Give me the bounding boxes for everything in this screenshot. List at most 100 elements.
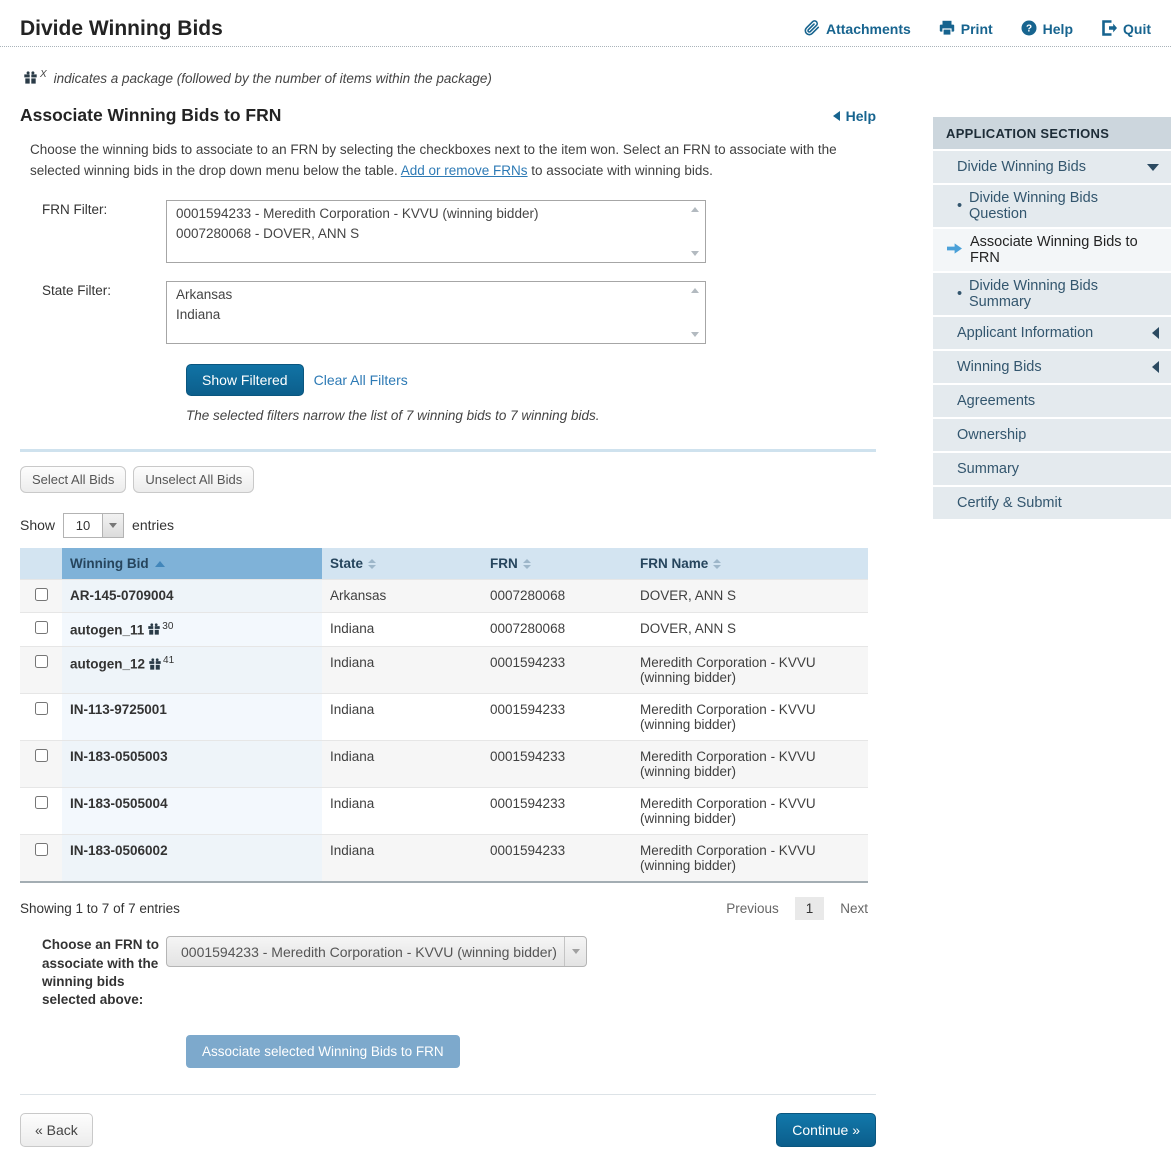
application-sections-sidebar: APPLICATION SECTIONS Divide Winning Bids…: [933, 117, 1171, 519]
chevron-down-icon: [564, 937, 586, 967]
package-gift-icon: [148, 623, 161, 638]
frn-name-cell: Meredith Corporation - KVVU (winning bid…: [632, 740, 868, 788]
winning-bid-cell: AR-145-0709004: [62, 578, 322, 613]
frn-select-dropdown[interactable]: 0001594233 - Meredith Corporation - KVVU…: [166, 936, 587, 968]
frn-name-cell: Meredith Corporation - KVVU (winning bid…: [632, 693, 868, 741]
state-cell: Indiana: [322, 787, 460, 835]
package-item-count: 30: [162, 620, 174, 632]
frn-filter-option[interactable]: 0007280068 - DOVER, ANN S: [176, 224, 679, 244]
bid-checkbox[interactable]: [34, 796, 48, 810]
frn-cell: 0001594233: [460, 693, 632, 741]
sidebar-item-associate-winning-bids-to-frn[interactable]: Associate Winning Bids to FRN: [933, 229, 1171, 271]
section-intro: Choose the winning bids to associate to …: [30, 142, 837, 178]
scroll-up-icon[interactable]: [691, 206, 699, 212]
table-row: AR-145-0709004 Arkansas 0007280068 DOVER…: [20, 578, 868, 613]
sidebar-item-divide-winning-bids[interactable]: Divide Winning Bids: [933, 151, 1171, 183]
table-row: IN-113-9725001 Indiana 0001594233 Meredi…: [20, 693, 868, 741]
frn-cell: 0001594233: [460, 646, 632, 694]
sidebar-item-certify-submit[interactable]: Certify & Submit: [933, 487, 1171, 519]
winning-bid-cell: IN-183-0505003: [62, 740, 322, 788]
scroll-down-icon[interactable]: [691, 331, 699, 337]
sidebar-item-winning-bids[interactable]: Winning Bids: [933, 351, 1171, 383]
entries-per-page-select[interactable]: 10: [63, 512, 125, 538]
frn-cell: 0007280068: [460, 611, 632, 647]
table-row: IN-183-0505003 Indiana 0001594233 Meredi…: [20, 740, 868, 788]
frn-name-cell: Meredith Corporation - KVVU (winning bid…: [632, 787, 868, 835]
section-help-link[interactable]: Help: [832, 108, 876, 124]
sidebar-item-ownership[interactable]: Ownership: [933, 419, 1171, 451]
attachments-button[interactable]: Attachments: [804, 19, 911, 39]
sidebar-item-divide-winning-bids-question[interactable]: • Divide Winning Bids Question: [933, 185, 1171, 227]
print-button[interactable]: Print: [939, 20, 993, 39]
page-header: Divide Winning Bids Attachments Print ? …: [0, 0, 1171, 46]
bid-checkbox[interactable]: [34, 749, 48, 763]
package-legend: X indicates a package (followed by the n…: [20, 69, 876, 87]
state-filter-option[interactable]: Arkansas: [176, 285, 679, 305]
winning-bid-cell: autogen_11 30: [62, 611, 322, 647]
column-header-winning-bid[interactable]: Winning Bid: [62, 547, 322, 580]
next-page-button[interactable]: Next: [840, 901, 868, 916]
scroll-up-icon[interactable]: [691, 287, 699, 293]
associate-bids-button[interactable]: Associate selected Winning Bids to FRN: [186, 1035, 460, 1069]
frn-select-label: Choose an FRN to associate with the winn…: [42, 937, 159, 1007]
frn-filter-option[interactable]: 0001594233 - Meredith Corporation - KVVU…: [176, 204, 679, 224]
sort-ascending-icon: [154, 561, 165, 568]
caret-left-icon: [1152, 361, 1159, 373]
sidebar-item-applicant-information[interactable]: Applicant Information: [933, 317, 1171, 349]
state-cell: Indiana: [322, 611, 460, 647]
section-title: Associate Winning Bids to FRN: [20, 105, 282, 125]
sidebar-item-summary[interactable]: Summary: [933, 453, 1171, 485]
clear-all-filters-link[interactable]: Clear All Filters: [314, 372, 408, 388]
entries-summary: Showing 1 to 7 of 7 entries: [20, 901, 180, 917]
printer-icon: [939, 20, 955, 39]
frn-filter-listbox[interactable]: 0001594233 - Meredith Corporation - KVVU…: [166, 199, 706, 263]
column-header-state[interactable]: State: [322, 547, 460, 580]
caret-down-icon: [1147, 163, 1159, 171]
quit-button[interactable]: Quit: [1101, 19, 1151, 39]
frn-cell: 0007280068: [460, 578, 632, 613]
package-gift-icon: [149, 658, 161, 673]
bullet-icon: •: [957, 198, 963, 214]
bid-checkbox[interactable]: [34, 587, 48, 601]
package-gift-icon: [24, 71, 37, 87]
column-header-frn-name[interactable]: FRN Name: [632, 547, 868, 580]
exit-icon: [1101, 19, 1117, 39]
state-filter-option[interactable]: Indiana: [176, 305, 679, 325]
paperclip-icon: [804, 19, 820, 39]
state-filter-listbox[interactable]: Arkansas Indiana: [166, 280, 706, 344]
page-title: Divide Winning Bids: [20, 17, 223, 40]
bid-checkbox[interactable]: [34, 620, 48, 634]
frn-cell: 0001594233: [460, 787, 632, 835]
frn-name-cell: DOVER, ANN S: [632, 578, 868, 613]
previous-page-button[interactable]: Previous: [726, 901, 779, 916]
bid-checkbox[interactable]: [34, 843, 48, 857]
sort-icon: [522, 559, 531, 570]
scroll-down-icon[interactable]: [691, 250, 699, 256]
sidebar-item-divide-winning-bids-summary[interactable]: • Divide Winning Bids Summary: [933, 273, 1171, 315]
header-toolbar: Attachments Print ? Help Quit: [804, 19, 1151, 39]
state-cell: Indiana: [322, 834, 460, 884]
winning-bid-cell: IN-183-0506002: [62, 834, 322, 884]
winning-bid-cell: autogen_12 41: [62, 646, 322, 694]
show-filtered-button[interactable]: Show Filtered: [186, 363, 304, 396]
frn-cell: 0001594233: [460, 834, 632, 884]
chevron-down-icon: [103, 512, 125, 538]
help-button[interactable]: ? Help: [1021, 20, 1073, 39]
sort-icon: [368, 559, 377, 570]
bid-checkbox[interactable]: [34, 655, 48, 669]
caret-left-icon: [1152, 327, 1159, 339]
table-row: autogen_11 30 Indiana 0007280068 DOVER, A…: [20, 611, 868, 647]
frn-filter-label: FRN Filter:: [42, 201, 108, 217]
sidebar-item-agreements[interactable]: Agreements: [933, 385, 1171, 417]
continue-button[interactable]: Continue »: [776, 1113, 876, 1148]
add-remove-frns-link[interactable]: Add or remove FRNs: [401, 163, 528, 178]
current-page-button[interactable]: 1: [794, 897, 825, 921]
back-button[interactable]: « Back: [20, 1113, 93, 1148]
bid-checkbox[interactable]: [34, 702, 48, 716]
pagination: Previous 1 Next: [726, 897, 868, 921]
select-all-bids-button[interactable]: Select All Bids: [20, 465, 127, 493]
unselect-all-bids-button[interactable]: Unselect All Bids: [133, 465, 255, 493]
triangle-left-icon: [832, 110, 840, 121]
column-header-frn[interactable]: FRN: [460, 547, 632, 580]
select-column-header: [20, 547, 62, 580]
